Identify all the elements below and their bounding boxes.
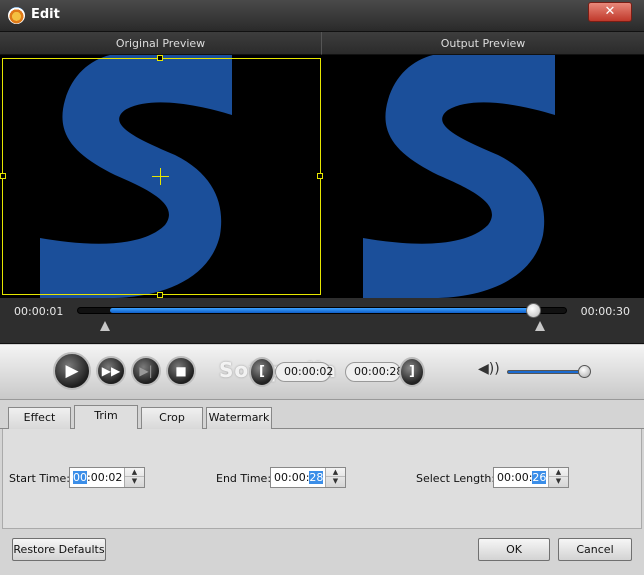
set-start-button[interactable]: [ bbox=[249, 357, 275, 387]
output-preview-video bbox=[322, 55, 644, 298]
volume-slider[interactable] bbox=[507, 370, 586, 374]
select-length-spinner: ▲ ▼ bbox=[548, 468, 568, 487]
segment-start-time: 00:00:02 bbox=[275, 362, 333, 382]
original-preview-header: Original Preview bbox=[0, 32, 322, 55]
crop-handle-right[interactable] bbox=[317, 173, 323, 179]
output-preview-logo bbox=[363, 55, 555, 298]
tab-effect[interactable]: Effect bbox=[8, 407, 71, 429]
select-length-value: 00:00:26 bbox=[497, 471, 547, 484]
window-title: Edit bbox=[31, 7, 60, 22]
tab-watermark[interactable]: Watermark bbox=[206, 407, 272, 429]
end-time-spinner: ▲ ▼ bbox=[325, 468, 345, 487]
select-length-label: Select Length: bbox=[416, 472, 496, 485]
end-time-label: End Time: bbox=[216, 472, 272, 485]
start-time-down-icon[interactable]: ▼ bbox=[125, 477, 144, 486]
volume-thumb[interactable] bbox=[578, 365, 591, 378]
start-time-label: Start Time: bbox=[9, 472, 70, 485]
end-time-field[interactable]: 00:00:28 ▲ ▼ bbox=[270, 467, 346, 488]
close-button[interactable]: ✕ bbox=[588, 2, 632, 22]
play-button[interactable]: ▶ bbox=[53, 352, 91, 390]
trim-start-marker[interactable] bbox=[100, 321, 110, 331]
output-preview-header: Output Preview bbox=[322, 32, 644, 55]
timeline: 00:00:01 00:00:30 bbox=[0, 298, 644, 344]
crop-handle-top[interactable] bbox=[157, 55, 163, 61]
end-time-value: 00:00:28 bbox=[274, 471, 324, 484]
start-time-field[interactable]: 00:00:02 ▲ ▼ bbox=[69, 467, 145, 488]
volume-icon[interactable]: ◀)) bbox=[478, 361, 500, 377]
tab-trim[interactable]: Trim bbox=[74, 405, 138, 430]
cancel-button[interactable]: Cancel bbox=[558, 538, 632, 561]
crop-handle-left[interactable] bbox=[0, 173, 6, 179]
dialog-footer: Restore Defaults OK Cancel bbox=[0, 529, 644, 575]
segment-end-time: 00:00:28 bbox=[345, 362, 403, 382]
timeline-thumb[interactable] bbox=[526, 303, 541, 318]
title-bar: Edit ✕ bbox=[0, 0, 644, 32]
restore-defaults-button[interactable]: Restore Defaults bbox=[12, 538, 106, 561]
start-time-value: 00:00:02 bbox=[73, 471, 123, 484]
ok-button[interactable]: OK bbox=[478, 538, 550, 561]
crosshair-vertical bbox=[160, 168, 161, 185]
timeline-start-time: 00:00:01 bbox=[14, 305, 64, 318]
edit-tabs: Effect Trim Crop Watermark bbox=[0, 401, 644, 430]
next-frame-button[interactable]: ▶| bbox=[131, 356, 161, 386]
end-time-down-icon[interactable]: ▼ bbox=[326, 477, 345, 486]
tab-crop[interactable]: Crop bbox=[141, 407, 203, 429]
app-logo-icon bbox=[8, 7, 25, 24]
fast-forward-button[interactable]: ▶▶ bbox=[96, 356, 126, 386]
set-end-button[interactable]: ] bbox=[399, 357, 425, 387]
output-preview-frame bbox=[363, 55, 555, 298]
select-length-down-icon[interactable]: ▼ bbox=[549, 477, 568, 486]
select-length-field[interactable]: 00:00:26 ▲ ▼ bbox=[493, 467, 569, 488]
start-time-up-icon[interactable]: ▲ bbox=[125, 468, 144, 477]
end-time-up-icon[interactable]: ▲ bbox=[326, 468, 345, 477]
select-length-up-icon[interactable]: ▲ bbox=[549, 468, 568, 477]
stop-button[interactable]: ■ bbox=[166, 356, 196, 386]
start-time-spinner: ▲ ▼ bbox=[124, 468, 144, 487]
timeline-progress bbox=[110, 308, 534, 313]
trim-end-marker[interactable] bbox=[535, 321, 545, 331]
playback-controls: ▶ ▶▶ ▶| ■ Softpedia [ 00:00:02 00:00:28 … bbox=[0, 345, 644, 400]
timeline-end-time: 00:00:30 bbox=[580, 305, 630, 318]
